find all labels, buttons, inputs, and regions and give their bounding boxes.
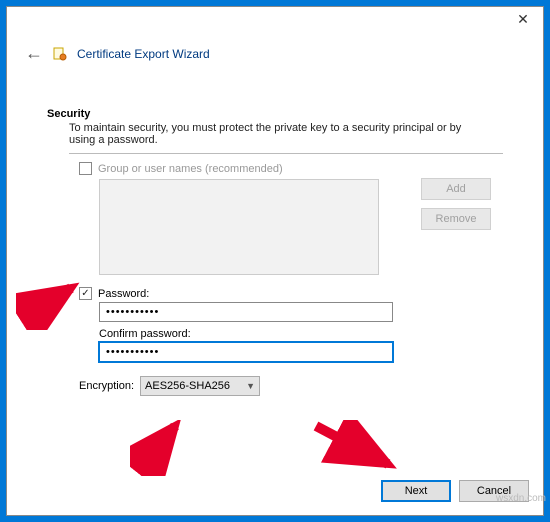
encryption-label: Encryption: bbox=[79, 380, 134, 392]
password-checkbox[interactable]: ✓ bbox=[79, 287, 92, 300]
divider bbox=[69, 153, 503, 154]
back-icon[interactable]: ← bbox=[25, 43, 43, 64]
wizard-title: Certificate Export Wizard bbox=[77, 47, 210, 61]
security-heading: Security bbox=[47, 108, 503, 120]
password-input[interactable] bbox=[99, 302, 393, 322]
encryption-row: Encryption: AES256-SHA256 ▼ bbox=[79, 376, 503, 396]
security-description: To maintain security, you must protect t… bbox=[47, 120, 467, 150]
wizard-window: ✕ ← Certificate Export Wizard Security T… bbox=[6, 6, 544, 516]
next-button[interactable]: Next bbox=[381, 480, 451, 502]
encryption-selected: AES256-SHA256 bbox=[145, 380, 230, 392]
chevron-down-icon: ▼ bbox=[246, 381, 255, 391]
password-section: ✓ Password: Confirm password: bbox=[47, 287, 503, 362]
titlebar: ✕ bbox=[7, 7, 543, 35]
password-option[interactable]: ✓ Password: bbox=[79, 287, 503, 300]
encryption-dropdown[interactable]: AES256-SHA256 ▼ bbox=[140, 376, 260, 396]
confirm-password-input[interactable] bbox=[99, 342, 393, 362]
group-names-label: Group or user names (recommended) bbox=[98, 163, 283, 175]
add-button: Add bbox=[421, 178, 491, 200]
certificate-icon bbox=[53, 47, 67, 61]
group-names-buttons: Add Remove bbox=[421, 178, 491, 230]
group-names-checkbox[interactable] bbox=[79, 162, 92, 175]
close-icon: ✕ bbox=[517, 11, 529, 28]
watermark: wsxdn.com bbox=[496, 493, 546, 504]
wizard-header: ← Certificate Export Wizard bbox=[7, 35, 543, 78]
group-names-listbox bbox=[99, 179, 379, 275]
wizard-content: Security To maintain security, you must … bbox=[7, 78, 543, 467]
group-names-option[interactable]: Group or user names (recommended) bbox=[79, 162, 503, 175]
password-label: Password: bbox=[98, 288, 149, 300]
close-button[interactable]: ✕ bbox=[503, 7, 543, 31]
remove-button: Remove bbox=[421, 208, 491, 230]
confirm-password-label: Confirm password: bbox=[99, 328, 503, 340]
wizard-footer: Next Cancel bbox=[7, 467, 543, 515]
